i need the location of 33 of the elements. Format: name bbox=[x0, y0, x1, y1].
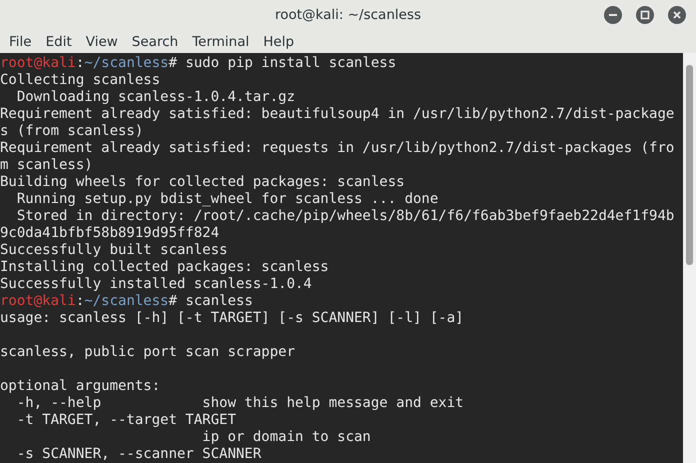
output-line: -h, --help show this help message and exit bbox=[16, 395, 464, 411]
prompt-line: root@kali:~/scanless# scanless bbox=[0, 293, 253, 309]
menu-item[interactable]: Edit bbox=[38, 34, 79, 50]
output-line: Running setup.py bdist_wheel for scanless ... done bbox=[16, 191, 438, 207]
menu-item[interactable]: Help bbox=[256, 34, 302, 50]
menu-item[interactable]: Terminal bbox=[185, 34, 256, 50]
output-line: ip or domain to scan bbox=[201, 429, 371, 445]
output-line: Building wheels for collected packages: scanless bbox=[0, 174, 405, 190]
menu-item[interactable]: File bbox=[2, 34, 39, 50]
output-line: Successfully installed scanless-1.0.4 bbox=[0, 276, 312, 292]
prompt-line: root@kali:~/scanless# sudo pip install scanless bbox=[0, 55, 396, 71]
maximize-icon[interactable] bbox=[636, 6, 654, 24]
output-line: m scanless) bbox=[0, 157, 93, 173]
minimize-icon[interactable] bbox=[604, 6, 622, 24]
output-line: Collecting scanless bbox=[0, 72, 160, 88]
menu-item[interactable]: Search bbox=[124, 34, 186, 50]
output-line: optional arguments: bbox=[0, 378, 160, 394]
output-line: usage: scanless [-h] [-t TARGET] [-s SCANNER] [-l] [-a] bbox=[0, 310, 464, 326]
output-line: Stored in directory: /root/.cache/pip/wheels/8b/61/f6/f6ab3bef9faeb22d4ef1f94b bbox=[16, 208, 674, 224]
output-line: scanless, public port scan scrapper bbox=[0, 344, 296, 360]
output-line: Installing collected packages: scanless bbox=[0, 259, 329, 275]
window-title: root@kali: ~/scanless bbox=[274, 7, 422, 23]
menu-item[interactable]: View bbox=[78, 34, 125, 50]
scrollbar[interactable] bbox=[683, 53, 696, 463]
output-line: s (from scanless) bbox=[0, 123, 144, 139]
output-line: -s SCANNER, --scanner SCANNER bbox=[16, 446, 262, 462]
output-line: 9c0da41bfbf58b8919d95ff824 bbox=[0, 225, 220, 241]
output-line: Successfully built scanless bbox=[0, 242, 228, 258]
close-icon[interactable] bbox=[668, 6, 686, 24]
output-line: Requirement already satisfied: beautifulsoup4 in /usr/lib/python2.7/dist-package bbox=[0, 106, 674, 122]
output-line: Requirement already satisfied: requests in /usr/lib/python2.7/dist-packages (fro bbox=[0, 140, 674, 156]
output-line: -t TARGET, --target TARGET bbox=[16, 412, 236, 428]
output-line: Downloading scanless-1.0.4.tar.gz bbox=[16, 89, 296, 105]
